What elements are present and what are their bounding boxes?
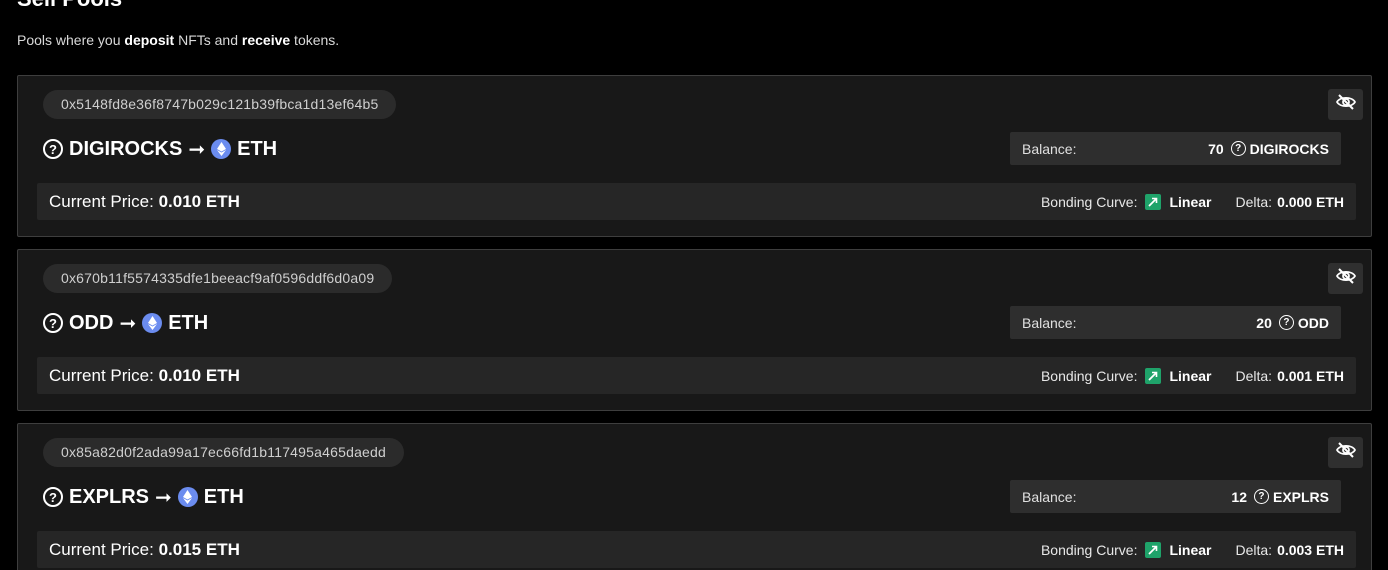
current-price: Current Price: 0.010 ETH xyxy=(49,366,240,386)
subtitle-text: NFTs and xyxy=(174,32,242,48)
balance-label: Balance: xyxy=(1022,488,1077,505)
balance-label: Balance: xyxy=(1022,140,1077,157)
delta-label: Delta: xyxy=(1235,193,1273,210)
nft-name: DIGIROCKS xyxy=(69,137,183,160)
token-name: ETH xyxy=(168,311,209,334)
price-bar: Current Price: 0.015 ETH Bonding Curve: … xyxy=(37,531,1356,568)
pool-address[interactable]: 0x670b11f5574335dfe1beeacf9af0596ddf6d0a… xyxy=(43,264,393,293)
section-subtitle: Pools where you deposit NFTs and receive… xyxy=(17,32,339,48)
price-bar: Current Price: 0.010 ETH Bonding Curve: … xyxy=(37,357,1356,394)
curve-info: Bonding Curve: Linear Delta: 0.001 ETH xyxy=(1040,367,1344,384)
section-title: Sell Pools xyxy=(17,0,122,10)
arrow-right-icon: ➞ xyxy=(155,486,172,509)
question-circle-icon: ? xyxy=(1230,141,1246,156)
delta-value: 0.003 ETH xyxy=(1277,541,1344,558)
bonding-curve-value: Linear xyxy=(1169,541,1212,558)
current-price-label: Current Price: xyxy=(49,191,159,211)
pool-address[interactable]: 0x5148fd8e36f8747b029c121b39fbca1d13ef64… xyxy=(43,90,397,119)
delta-value: 0.001 ETH xyxy=(1277,367,1344,384)
hide-pool-button[interactable] xyxy=(1328,437,1363,468)
eth-icon xyxy=(142,313,163,333)
linear-trend-icon xyxy=(1145,367,1162,384)
eth-icon xyxy=(211,139,232,159)
pool-card[interactable]: 0x670b11f5574335dfe1beeacf9af0596ddf6d0a… xyxy=(17,249,1372,411)
bonding-curve-label: Bonding Curve: xyxy=(1040,367,1138,384)
subtitle-text: tokens. xyxy=(290,32,340,48)
balance-token: ODD xyxy=(1297,314,1329,331)
eye-off-icon xyxy=(1335,442,1356,463)
eye-off-icon xyxy=(1335,94,1356,115)
nft-name: EXPLRS xyxy=(69,485,150,508)
hide-pool-button[interactable] xyxy=(1328,263,1363,294)
curve-info: Bonding Curve: Linear Delta: 0.003 ETH xyxy=(1040,541,1344,558)
balance-label: Balance: xyxy=(1022,314,1077,331)
question-circle-icon: ? xyxy=(43,313,63,333)
balance-value: 20 ? ODD xyxy=(1256,315,1329,331)
subtitle-deposit: deposit xyxy=(124,32,175,48)
balance-amount: 12 xyxy=(1231,488,1247,505)
token-name: ETH xyxy=(237,137,278,160)
subtitle-text: Pools where you xyxy=(17,32,125,48)
pool-pair: ? EXPLRS ➞ ETH xyxy=(43,484,244,510)
pool-card[interactable]: 0x85a82d0f2ada99a17ec66fd1b117495a465dae… xyxy=(17,423,1372,570)
eth-icon xyxy=(177,487,198,507)
pool-card[interactable]: 0x5148fd8e36f8747b029c121b39fbca1d13ef64… xyxy=(17,75,1372,237)
bonding-curve-label: Bonding Curve: xyxy=(1040,193,1138,210)
balance-box: Balance: 12 ? EXPLRS xyxy=(1010,480,1341,513)
current-price-value: 0.010 ETH xyxy=(158,191,240,211)
current-price-label: Current Price: xyxy=(49,365,159,385)
nft-name: ODD xyxy=(69,311,114,334)
balance-amount: 20 xyxy=(1256,314,1272,331)
arrow-right-icon: ➞ xyxy=(119,312,137,335)
curve-info: Bonding Curve: Linear Delta: 0.000 ETH xyxy=(1040,193,1344,210)
question-circle-icon: ? xyxy=(1278,315,1294,330)
linear-trend-icon xyxy=(1145,541,1162,558)
current-price-value: 0.015 ETH xyxy=(158,539,240,559)
delta-value: 0.000 ETH xyxy=(1277,193,1344,210)
pool-pair: ? DIGIROCKS ➞ ETH xyxy=(43,136,277,162)
sell-pools-page: Sell Pools Pools where you deposit NFTs … xyxy=(0,0,1388,570)
balance-box: Balance: 70 ? DIGIROCKS xyxy=(1010,132,1341,165)
current-price: Current Price: 0.015 ETH xyxy=(49,540,240,560)
bonding-curve-value: Linear xyxy=(1169,193,1212,210)
delta-label: Delta: xyxy=(1235,367,1273,384)
question-circle-icon: ? xyxy=(1253,489,1269,504)
balance-token: EXPLRS xyxy=(1272,488,1329,505)
hide-pool-button[interactable] xyxy=(1328,89,1363,120)
pool-pair: ? ODD ➞ ETH xyxy=(43,310,208,336)
question-circle-icon: ? xyxy=(43,487,63,507)
balance-token: DIGIROCKS xyxy=(1249,140,1329,157)
current-price-value: 0.010 ETH xyxy=(158,365,240,385)
question-circle-icon: ? xyxy=(43,139,63,159)
balance-value: 12 ? EXPLRS xyxy=(1231,489,1329,505)
balance-amount: 70 xyxy=(1208,140,1224,157)
arrow-right-icon: ➞ xyxy=(188,138,206,161)
balance-box: Balance: 20 ? ODD xyxy=(1010,306,1341,339)
current-price: Current Price: 0.010 ETH xyxy=(49,192,240,212)
bonding-curve-label: Bonding Curve: xyxy=(1040,541,1138,558)
eye-off-icon xyxy=(1335,268,1356,289)
linear-trend-icon xyxy=(1145,193,1162,210)
balance-value: 70 ? DIGIROCKS xyxy=(1208,141,1329,157)
delta-label: Delta: xyxy=(1235,541,1273,558)
token-name: ETH xyxy=(203,485,244,508)
subtitle-receive: receive xyxy=(241,32,291,48)
current-price-label: Current Price: xyxy=(49,539,159,559)
pool-address[interactable]: 0x85a82d0f2ada99a17ec66fd1b117495a465dae… xyxy=(43,438,405,467)
bonding-curve-value: Linear xyxy=(1169,367,1212,384)
price-bar: Current Price: 0.010 ETH Bonding Curve: … xyxy=(37,183,1356,220)
